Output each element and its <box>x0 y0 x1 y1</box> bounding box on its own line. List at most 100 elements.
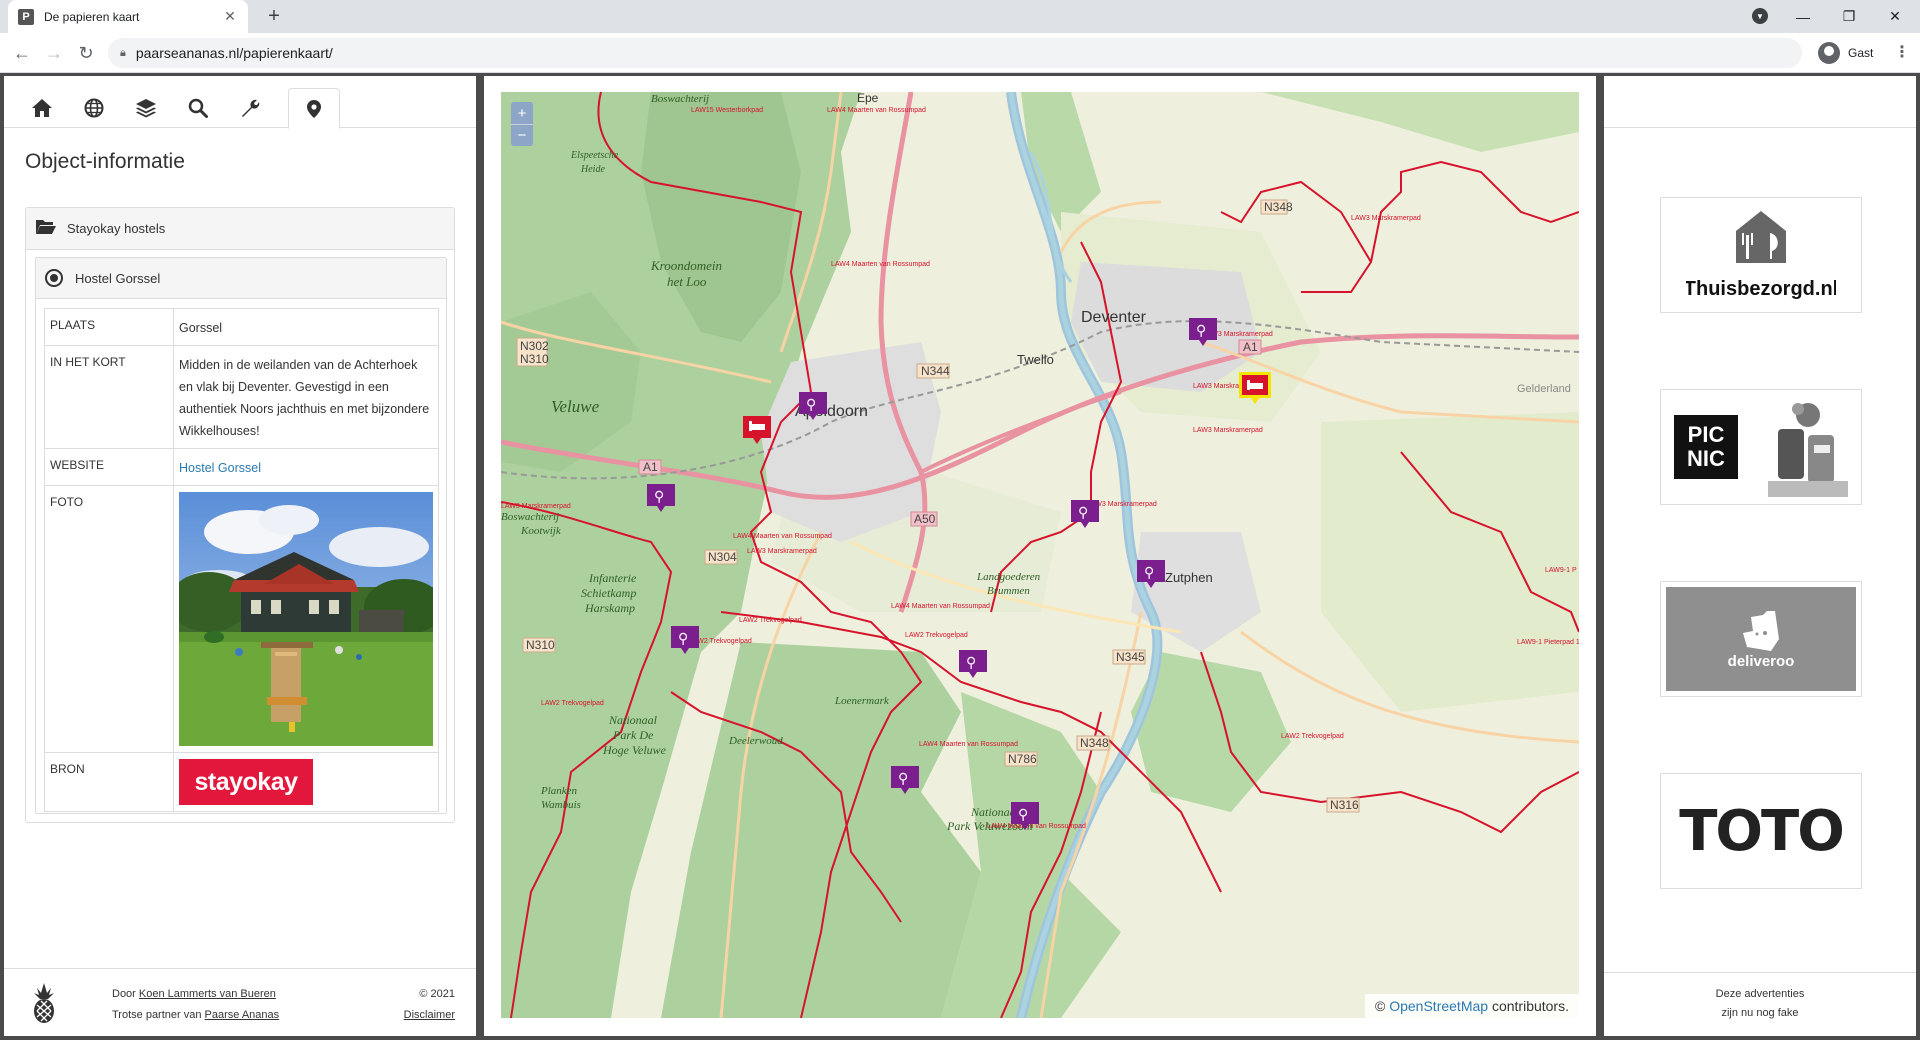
ad-picnic[interactable]: PIC NIC <box>1660 389 1862 505</box>
ad-thuisbezorgd[interactable]: Thuisbezorgd.nl <box>1660 197 1862 313</box>
menu-icon[interactable]: ⋮ <box>1892 43 1912 63</box>
road-label: N302 <box>520 339 549 353</box>
place-label: Deventer <box>1081 309 1147 326</box>
road-label: A1 <box>1243 340 1258 354</box>
route-label: LAW2 Trekvogelpad <box>1281 733 1344 740</box>
svg-text:⚲: ⚲ <box>1144 564 1154 580</box>
road-label: N310 <box>526 638 555 652</box>
place-label: Epe <box>857 92 879 105</box>
table-row: WEBSITE Hostel Gorssel <box>44 448 439 486</box>
reload-icon[interactable]: ↻ <box>72 39 100 67</box>
info-sidebar: Object-informatie Stayokay hostels Hoste… <box>4 76 476 1036</box>
place-label: Infanterie <box>588 571 637 585</box>
route-label: LAW2 Trekvogelpad <box>905 632 968 639</box>
object-name: Hostel Gorssel <box>75 270 161 286</box>
browser-tab[interactable]: P De papieren kaart ✕ <box>8 0 248 33</box>
category-header[interactable]: Stayokay hostels <box>26 208 454 250</box>
road-label: N786 <box>1008 752 1037 766</box>
author-link[interactable]: Koen Lammerts van Bueren <box>139 988 276 1000</box>
browser-tabstrip: P De papieren kaart ✕ + ▼ — ❐ ✕ <box>0 0 1920 33</box>
forward-icon[interactable]: → <box>40 39 68 67</box>
road-label: A50 <box>914 512 936 526</box>
road-label: A1 <box>643 460 658 474</box>
svg-text:Thuisbezorgd.nl: Thuisbezorgd.nl <box>1686 278 1836 300</box>
attribution-suffix: contributors. <box>1491 998 1569 1014</box>
zoom-in-button[interactable]: + <box>511 102 533 124</box>
stayokay-logo[interactable]: stayokay <box>179 759 313 805</box>
ad-toto[interactable]: TOTO <box>1660 773 1862 889</box>
close-window-button[interactable]: ✕ <box>1872 0 1918 33</box>
road-label: N316 <box>1330 798 1359 812</box>
place-label: Deelerwoud <box>728 735 783 747</box>
attribution-prefix: © <box>1375 998 1386 1014</box>
globe-icon[interactable] <box>68 88 120 128</box>
footer-credits: Door Koen Lammerts van Bueren Trotse par… <box>112 984 279 1026</box>
deliveroo-label: deliveroo <box>1727 652 1795 670</box>
route-label: LAW9-1 Pieterpad 1 <box>1517 639 1579 646</box>
svg-text:⚲: ⚲ <box>898 770 908 786</box>
footer-right: © 2021 Disclaimer <box>404 984 455 1026</box>
osm-link[interactable]: OpenStreetMap <box>1389 998 1488 1014</box>
place-label: Loenermark <box>834 695 890 707</box>
road-label: N304 <box>708 550 737 564</box>
ad-deliveroo[interactable]: deliveroo <box>1660 581 1862 697</box>
svg-text:Schietkamp: Schietkamp <box>581 586 636 600</box>
address-bar[interactable]: 🔒︎ paarseananas.nl/papierenkaart/ <box>108 38 1802 68</box>
place-label: Twello <box>1017 352 1054 367</box>
website-link[interactable]: Hostel Gorssel <box>179 461 261 475</box>
search-icon[interactable] <box>172 88 224 128</box>
place-label: Nationaal <box>608 713 658 727</box>
map-panel: N348 N302 N310 N344 A1 A1 A50 N304 N310 N… <box>484 76 1596 1036</box>
zoom-out-button[interactable]: − <box>511 124 533 146</box>
row-value-kort: Midden in de weilanden van de Achterhoek… <box>173 345 439 449</box>
route-label: LAW4 Maarten van Rossumpad <box>733 533 832 540</box>
place-label: Landgoederen <box>976 571 1041 583</box>
svg-text:⚲: ⚲ <box>1018 806 1028 822</box>
svg-text:Hoge Veluwe: Hoge Veluwe <box>602 743 667 757</box>
back-icon[interactable]: ← <box>8 39 36 67</box>
svg-text:Wambuis: Wambuis <box>541 799 581 811</box>
wrench-icon[interactable] <box>224 88 276 128</box>
hostel-photo <box>179 492 433 746</box>
place-label: Kroondomein <box>650 258 722 273</box>
profile-button[interactable]: Gast <box>1812 38 1884 68</box>
route-label: LAW3 Marskramerpad <box>747 548 817 555</box>
place-label: Elspeetsche <box>570 150 619 161</box>
folder-open-icon <box>35 219 57 238</box>
toto-logo: TOTO <box>1679 798 1845 864</box>
partner-link[interactable]: Paarse Ananas <box>205 1009 280 1021</box>
ads-footer-line1: Deze advertenties <box>1715 988 1805 1000</box>
route-label: LAW2 Trekvogelpad <box>739 617 802 624</box>
layers-icon[interactable] <box>120 88 172 128</box>
svg-text:⚲: ⚲ <box>654 488 664 504</box>
object-header[interactable]: Hostel Gorssel <box>36 258 446 299</box>
row-key-bron: BRON <box>44 752 174 812</box>
map-canvas[interactable]: N348 N302 N310 N344 A1 A1 A50 N304 N310 N… <box>501 92 1579 1018</box>
route-label: LAW3 Marskramerpad <box>1351 215 1421 222</box>
site-favicon-icon: P <box>18 8 34 25</box>
ads-footer: Deze advertenties zijn nu nog fake <box>1604 972 1916 1036</box>
deliveroo-kangaroo-icon <box>1743 610 1779 651</box>
route-label: LAW4 Maarten van Rossumpad <box>831 261 930 268</box>
new-tab-button[interactable]: + <box>262 5 286 29</box>
browser-toolbar: ← → ↻ 🔒︎ paarseananas.nl/papierenkaart/ … <box>0 33 1920 73</box>
place-label: Planken <box>540 785 578 797</box>
home-icon[interactable] <box>16 88 68 128</box>
minimize-button[interactable]: — <box>1780 0 1826 33</box>
route-label: LAW9-1 P <box>1545 567 1577 574</box>
svg-text:het Loo: het Loo <box>667 274 707 289</box>
svg-text:Kootwijk: Kootwijk <box>520 525 562 537</box>
tab-search-icon[interactable]: ▼ <box>1752 8 1768 24</box>
place-label: Boswachterij <box>501 511 559 523</box>
sidebar-tabs <box>4 76 476 129</box>
radio-selected-icon <box>45 269 63 287</box>
map-pin-icon[interactable] <box>288 88 340 129</box>
route-label: LAW3 Marskramerpad <box>1193 427 1263 434</box>
restore-button[interactable]: ❐ <box>1826 0 1872 33</box>
tab-close-icon[interactable]: ✕ <box>222 8 238 25</box>
disclaimer-link[interactable]: Disclaimer <box>404 1005 455 1026</box>
place-label: Veluwe <box>551 397 600 416</box>
place-label: Gelderland <box>1517 383 1571 395</box>
svg-text:Heide: Heide <box>580 164 605 175</box>
row-key-kort: IN HET KORT <box>44 345 174 449</box>
